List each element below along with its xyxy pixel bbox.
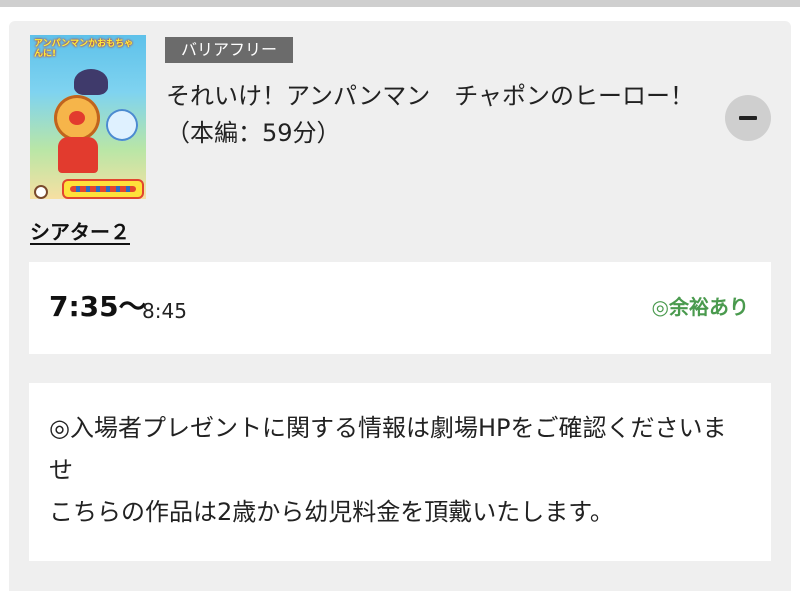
poster-character-body xyxy=(58,137,98,173)
poster-rating-badge xyxy=(34,185,48,199)
top-divider xyxy=(0,0,800,7)
movie-title[interactable]: それいけ！アンパンマン チャポンのヒーロー！（本編：59分） xyxy=(166,78,711,152)
poster-character-anpanman xyxy=(54,95,100,141)
availability-status: ◎余裕あり xyxy=(651,295,749,319)
minus-icon xyxy=(739,116,757,120)
notice-line-present: ◎入場者プレゼントに関する情報は劇場HPをご確認くださいませ xyxy=(49,414,727,484)
poster-character-chapon xyxy=(106,109,138,141)
collapse-button[interactable] xyxy=(725,95,771,141)
movie-poster[interactable]: アンパンマンかおもちゃんに! xyxy=(30,35,146,199)
notice-line-child-fee: こちらの作品は2歳から幼児料金を頂戴いたします。 xyxy=(49,498,614,526)
poster-title-text: アンパンマンかおもちゃんに! xyxy=(34,39,134,59)
poster-logo xyxy=(64,181,142,197)
notice-box: ◎入場者プレゼントに関する情報は劇場HPをご確認くださいませ こちらの作品は2歳… xyxy=(29,383,771,561)
barrier-free-badge: バリアフリー xyxy=(165,37,294,63)
theater-name: シアター２ xyxy=(30,220,130,244)
poster-character-villain xyxy=(74,69,108,95)
showtime-end: 8:45 xyxy=(142,299,187,323)
notice-text: ◎入場者プレゼントに関する情報は劇場HPをご確認くださいませ こちらの作品は2歳… xyxy=(49,407,749,533)
showtime-slot[interactable]: 7:35〜 8:45 ◎余裕あり xyxy=(29,262,771,354)
showtime-start: 7:35〜 xyxy=(49,290,147,323)
